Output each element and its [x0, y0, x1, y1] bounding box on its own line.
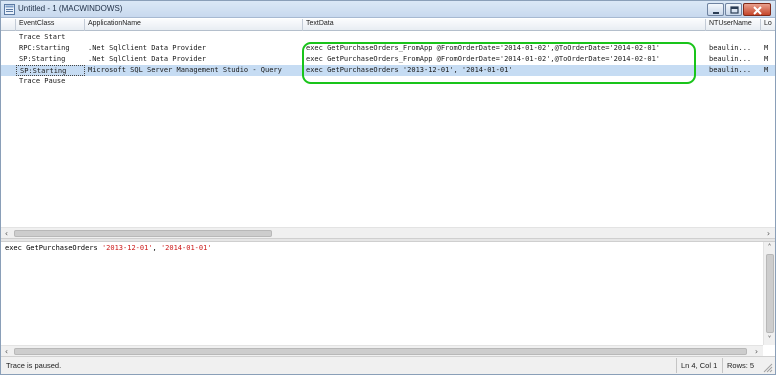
row-selector-header	[1, 19, 16, 31]
text-data-content: exec GetPurchaseOrders '2013-12-01', '20…	[5, 244, 212, 252]
application-name-cell	[85, 76, 303, 87]
status-message: Trace is paused.	[6, 361, 62, 370]
scroll-down-icon[interactable]: ˅	[764, 334, 775, 345]
table-row[interactable]: RPC:Starting .Net SqlClient Data Provide…	[1, 43, 775, 54]
text-data-cell	[303, 76, 706, 87]
text-data-cell	[303, 32, 706, 43]
table-row[interactable]: Trace Pause	[1, 76, 775, 87]
application-name-cell: .Net SqlClient Data Provider	[88, 55, 207, 63]
trace-window-icon	[4, 4, 15, 15]
table-row-selected[interactable]: SP:Starting Microsoft SQL Server Managem…	[1, 65, 775, 76]
nt-user-name-cell: beaulin...	[709, 55, 752, 63]
code-keyword: exec GetPurchaseOrders	[5, 244, 102, 252]
grid-header: EventClass ApplicationName TextData NTUs…	[1, 19, 775, 31]
maximize-button[interactable]	[725, 3, 742, 16]
column-header-textdata[interactable]: TextData	[303, 19, 706, 31]
event-class-cell: SP:Starting	[16, 65, 85, 76]
event-class-cell: SP:Starting	[19, 55, 66, 63]
cursor-position: Ln 4, Col 1	[676, 358, 722, 373]
title-bar: Untitled - 1 (MACWINDOWS)	[1, 1, 775, 18]
text-data-cell: exec GetPurchaseOrders_FromApp @FromOrde…	[306, 44, 661, 52]
window-title: Untitled - 1 (MACWINDOWS)	[18, 4, 123, 13]
close-icon	[753, 6, 762, 15]
scroll-up-icon[interactable]: ˄	[764, 242, 775, 253]
status-bar: Trace is paused. Ln 4, Col 1 Rows: 5	[1, 356, 775, 374]
login-cell: M	[764, 55, 769, 63]
text-pane-horizontal-scrollbar[interactable]: ‹ ›	[1, 345, 763, 356]
column-header-ntusername[interactable]: NTUserName	[706, 19, 761, 31]
code-string-literal: '2013-12-01'	[101, 244, 153, 252]
column-header-applicationname[interactable]: ApplicationName	[85, 19, 303, 31]
login-cell	[761, 76, 775, 87]
application-name-cell: Microsoft SQL Server Management Studio -…	[88, 66, 282, 74]
column-header-login[interactable]: Lo	[761, 19, 775, 31]
application-name-cell: .Net SqlClient Data Provider	[88, 44, 207, 52]
maximize-icon	[730, 6, 739, 14]
event-class-cell: Trace Start	[19, 33, 66, 41]
event-class-cell: Trace Pause	[19, 77, 66, 85]
text-data-cell: exec GetPurchaseOrders_FromApp @FromOrde…	[306, 55, 661, 63]
table-row[interactable]: SP:Starting .Net SqlClient Data Provider…	[1, 54, 775, 65]
login-cell	[761, 32, 775, 43]
nt-user-name-cell: beaulin...	[709, 66, 752, 74]
scrollbar-thumb[interactable]	[766, 254, 774, 333]
text-data-cell: exec GetPurchaseOrders '2013-12-01', '20…	[306, 66, 513, 74]
scrollbar-thumb[interactable]	[14, 348, 747, 355]
code-separator: ,	[152, 244, 161, 252]
column-header-eventclass[interactable]: EventClass	[16, 19, 85, 31]
event-class-cell: RPC:Starting	[19, 44, 70, 52]
table-row[interactable]: Trace Start	[1, 32, 775, 43]
nt-user-name-cell: beaulin...	[709, 44, 752, 52]
nt-user-name-cell	[706, 76, 761, 87]
resize-grip-icon[interactable]	[761, 361, 773, 373]
login-cell: M	[764, 66, 769, 74]
row-count: Rows: 5	[722, 358, 760, 373]
code-string-literal: '2014-01-01'	[160, 244, 212, 252]
minimize-icon	[713, 12, 719, 14]
application-name-cell	[85, 32, 303, 43]
text-data-pane[interactable]: exec GetPurchaseOrders '2013-12-01', '20…	[1, 242, 763, 345]
minimize-button[interactable]	[707, 3, 724, 16]
grid-horizontal-scrollbar[interactable]: ‹ ›	[1, 227, 775, 238]
close-button[interactable]	[743, 3, 771, 16]
profiler-window: Untitled - 1 (MACWINDOWS) EventClass App…	[0, 0, 776, 375]
text-pane-vertical-scrollbar[interactable]: ˄ ˅	[763, 242, 775, 345]
login-cell: M	[764, 44, 769, 52]
nt-user-name-cell	[706, 32, 761, 43]
scrollbar-thumb[interactable]	[14, 230, 272, 237]
